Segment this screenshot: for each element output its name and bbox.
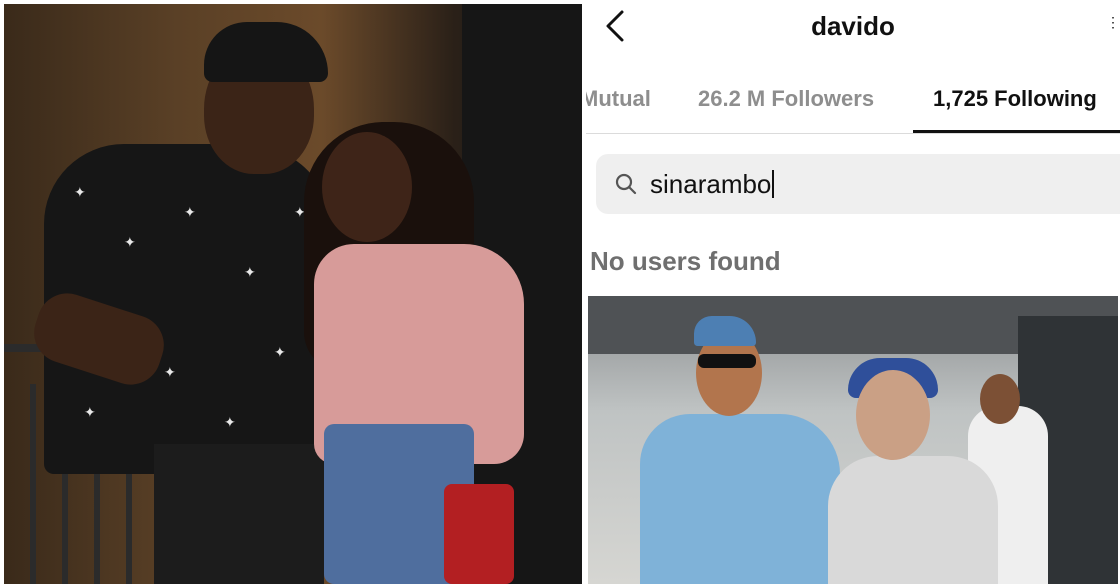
photo-man-jeans (154, 444, 324, 584)
photo-couple-left: ✦ ✦ ✦ ✦ ✦ ✦ ✦ ✦ ✦ ✦ (4, 4, 582, 584)
more-options-icon[interactable]: ⋮ (1106, 14, 1120, 31)
search-field[interactable]: sinarambo (596, 154, 1120, 214)
active-tab-indicator (913, 130, 1120, 133)
tab-following[interactable]: 1,725 Following (933, 86, 1097, 112)
photo-woman-head (322, 132, 412, 242)
search-query-text: sinarambo (650, 169, 772, 199)
tab-mutual[interactable]: Mutual (586, 86, 651, 112)
photo-groom-sunglasses (698, 354, 756, 368)
profile-header: davido ⋮ (586, 0, 1120, 54)
no-results-message: No users found (590, 246, 781, 276)
photo-groom-attire (640, 414, 840, 584)
photo-handbag (444, 484, 514, 584)
tab-followers[interactable]: 26.2 M Followers (698, 86, 874, 112)
photo-man-cap (204, 22, 328, 82)
photo-couple-right (588, 296, 1118, 584)
follow-tabs: Mutual 26.2 M Followers 1,725 Following (586, 78, 1120, 134)
photo-bride-head (856, 370, 930, 460)
instagram-following-screen: davido ⋮ Mutual 26.2 M Followers 1,725 F… (586, 0, 1120, 588)
search-input[interactable]: sinarambo (650, 169, 775, 200)
photo-bride-dress (828, 456, 998, 584)
text-cursor (772, 170, 775, 198)
profile-username: davido (811, 11, 895, 41)
search-icon (614, 172, 638, 196)
photo-guest-head (980, 374, 1020, 424)
